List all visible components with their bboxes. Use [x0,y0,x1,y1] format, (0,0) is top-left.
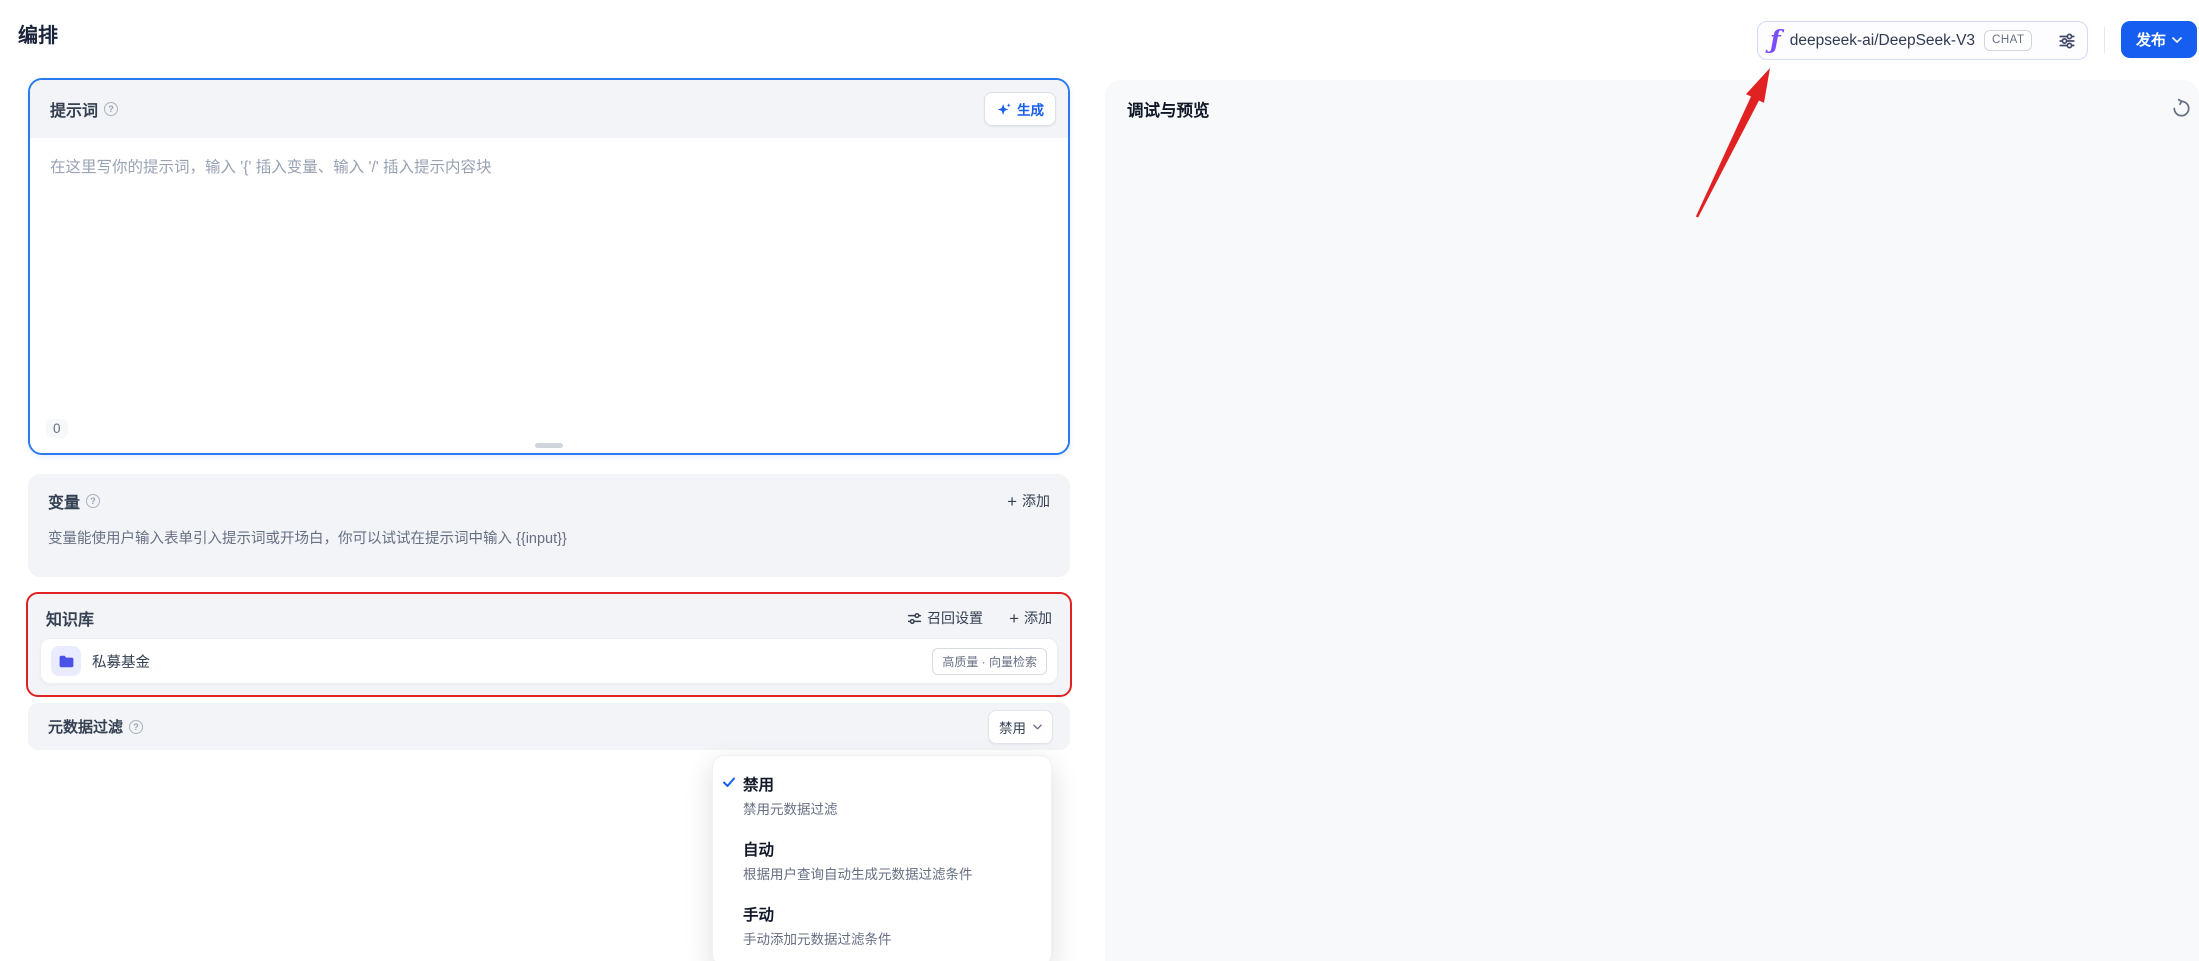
generate-button[interactable]: 生成 [984,92,1056,126]
option-description: 禁用元数据过滤 [743,802,838,817]
knowledge-section-highlight: 知识库 召回设置 + 添加 私募基金 高质量 · 向量检索 [26,592,1072,697]
variables-section: 变量 ? + 添加 变量能使用户输入表单引入提示词或开场白，你可以试试在提示词中… [28,474,1070,577]
generate-label: 生成 [1017,103,1044,118]
knowledge-item-badge: 高质量 · 向量检索 [932,647,1047,675]
recall-settings-label: 召回设置 [927,610,984,626]
option-label: 自动 [743,842,775,859]
add-knowledge-label: 添加 [1024,610,1052,626]
variables-description: 变量能使用户输入表单引入提示词或开场白，你可以试试在提示词中输入 {{input… [48,531,567,547]
siliconflow-icon: ƒ [1770,25,1781,54]
prompt-title: 提示词 [50,103,99,120]
prompt-editor[interactable]: 在这里写你的提示词，输入 '{' 插入变量、输入 '/' 插入提示内容块 0 [30,138,1068,453]
plus-icon: + [1007,491,1017,511]
chevron-down-icon [1033,724,1042,729]
help-icon[interactable]: ? [86,494,101,508]
resize-handle[interactable] [535,443,563,448]
orchestrate-page: 编排 ƒ deepseek-ai/DeepSeek-V3 CHAT 发布 调试与… [0,0,2199,961]
prompt-card: 提示词 ? 生成 在这里写你的提示词，输入 '{' 插入变量、输入 '/' 插入… [28,78,1070,455]
metadata-filter-section: 元数据过滤 ? 禁用 [28,703,1070,750]
prompt-card-header: 提示词 ? 生成 [30,80,1068,138]
metadata-filter-dropdown: 禁用 禁用元数据过滤 自动 根据用户查询自动生成元数据过滤条件 手动 手动添加元… [712,755,1052,961]
dropdown-option-disabled[interactable]: 禁用 禁用元数据过滤 [713,763,1051,828]
page-title: 编排 [18,25,58,47]
check-icon [722,775,736,789]
model-mode-badge: CHAT [1984,30,2033,51]
help-icon[interactable]: ? [104,102,119,116]
option-description: 根据用户查询自动生成元数据过滤条件 [743,867,973,882]
help-icon[interactable]: ? [129,719,144,734]
knowledge-title: 知识库 [46,612,95,629]
metadata-filter-selected-value: 禁用 [999,720,1026,736]
metadata-filter-select[interactable]: 禁用 [988,709,1053,744]
sparkle-icon [997,102,1011,115]
header-divider [2104,27,2105,53]
knowledge-item[interactable]: 私募基金 高质量 · 向量检索 [40,638,1058,684]
option-description: 手动添加元数据过滤条件 [743,932,892,947]
model-params-sliders-icon[interactable] [2058,32,2076,50]
option-label: 手动 [743,907,775,924]
recall-settings-button[interactable]: 召回设置 [907,608,983,628]
char-count: 0 [46,419,68,438]
option-label: 禁用 [743,777,775,794]
knowledge-item-name: 私募基金 [92,654,150,671]
dropdown-option-manual[interactable]: 手动 手动添加元数据过滤条件 [713,893,1051,958]
chevron-down-icon [2172,36,2182,43]
model-name: deepseek-ai/DeepSeek-V3 [1789,31,1976,49]
publish-button[interactable]: 发布 [2121,21,2197,58]
publish-label: 发布 [2135,32,2166,49]
recall-settings-icon [907,612,922,624]
variables-title: 变量 [48,495,81,512]
refresh-icon[interactable] [2169,96,2193,120]
model-selector[interactable]: ƒ deepseek-ai/DeepSeek-V3 CHAT [1757,21,2088,60]
plus-icon: + [1009,608,1019,628]
metadata-filter-title: 元数据过滤 [48,719,124,736]
dropdown-option-auto[interactable]: 自动 根据用户查询自动生成元数据过滤条件 [713,828,1051,893]
folder-icon [51,646,81,676]
debug-panel-title: 调试与预览 [1127,102,1210,120]
add-variable-label: 添加 [1022,493,1050,509]
debug-preview-panel: 调试与预览 [1105,80,2199,961]
prompt-placeholder: 在这里写你的提示词，输入 '{' 插入变量、输入 '/' 插入提示内容块 [50,159,492,176]
add-variable-button[interactable]: + 添加 [1007,491,1050,511]
add-knowledge-button[interactable]: + 添加 [1009,608,1052,628]
